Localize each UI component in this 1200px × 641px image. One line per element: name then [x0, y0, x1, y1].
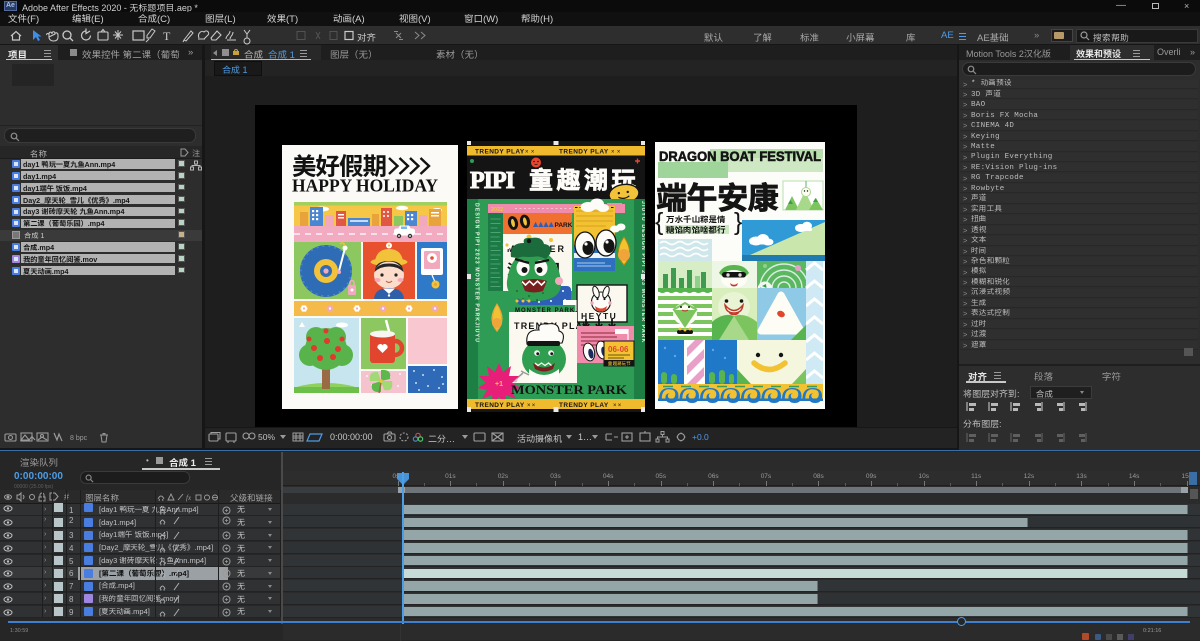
svg-text:× ×: × × [527, 403, 536, 409]
svg-text:TRENDY PLAY: TRENDY PLAY [475, 402, 525, 409]
svg-text:TRENDY PLAY: TRENDY PLAY [559, 149, 609, 156]
svg-text:端午安康: 端午安康 [656, 173, 778, 218]
svg-text:T: T [163, 29, 171, 43]
svg-text:TRENDY PLAY: TRENDY PLAY [559, 402, 609, 409]
svg-text:DESIGN PIPI 2023 MONSTER PARKJ: DESIGN PIPI 2023 MONSTER PARKJIUYU [474, 203, 480, 343]
svg-text:DRAGON BOAT FESTIVAL: DRAGON BOAT FESTIVAL [659, 149, 821, 164]
svg-text:{: { [655, 208, 663, 236]
svg-text:童趣潮玩节: 童趣潮玩节 [608, 360, 631, 367]
svg-text:HAPPY HOLIDAY: HAPPY HOLIDAY [292, 176, 438, 196]
svg-text:8 bpc: 8 bpc [70, 435, 88, 442]
svg-text:2022: 2022 [491, 207, 503, 213]
svg-text:}: } [734, 208, 742, 236]
svg-text:PIPI: PIPI [470, 160, 515, 195]
svg-text:× ×: × × [611, 150, 621, 156]
svg-text:注: 注 [192, 148, 200, 157]
svg-text:TRENDY PLAY: TRENDY PLAY [475, 149, 525, 156]
svg-text:+1: +1 [495, 381, 503, 388]
svg-text:× ×: × × [613, 403, 622, 409]
svg-text:06-06: 06-06 [608, 345, 629, 354]
svg-text:MONSTER PARK: MONSTER PARK [511, 382, 628, 397]
svg-text:JIUYU DESIGN PIPI 2023 MONSTER: JIUYU DESIGN PIPI 2023 MONSTER PARK [640, 201, 645, 343]
svg-text:fx: fx [186, 494, 192, 502]
svg-text:× ×: × × [525, 150, 535, 156]
svg-text:糖馅肉馅啥都行: 糖馅肉馅啥都行 [666, 224, 726, 236]
svg-text:PARK: PARK [555, 222, 573, 229]
